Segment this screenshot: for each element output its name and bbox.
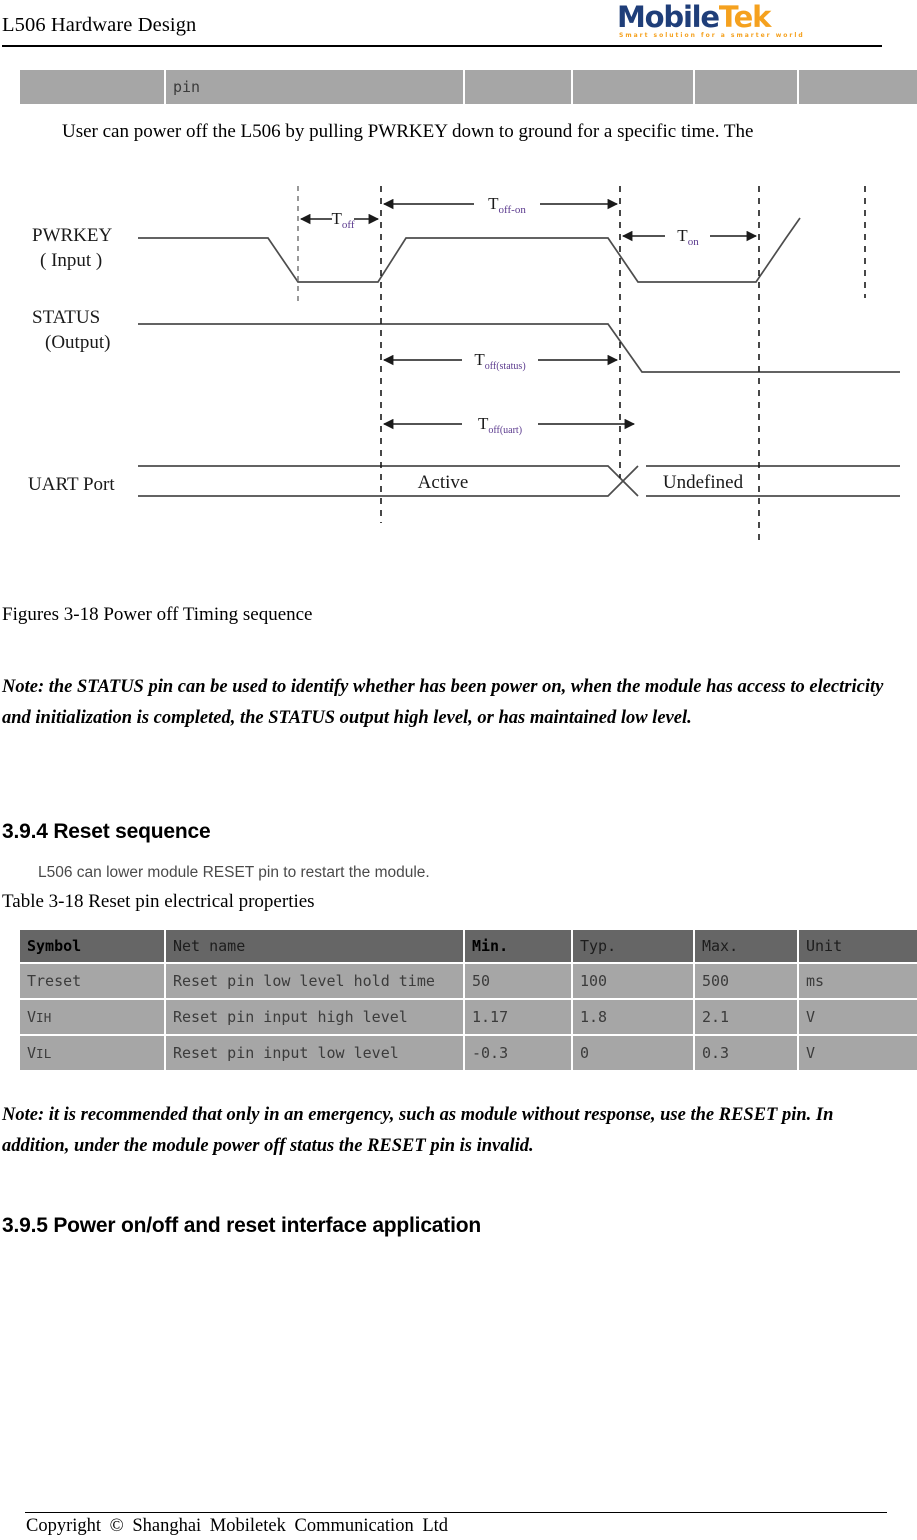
logo-word-primary: Mobile [617,0,720,34]
section-heading-reset-sequence: 3.9.4 Reset sequence [2,820,211,843]
cell-net-name: Reset pin input low level [166,1036,463,1070]
cell-net-name: Reset pin low level hold time [166,964,463,998]
symbol-subscript: IL [36,1046,52,1061]
document-page: L506 Hardware Design MobileTek Smart sol… [0,0,917,1540]
table-row: VIH Reset pin input high level 1.17 1.8 … [20,1000,917,1034]
symbol-subscript: IH [36,1010,52,1025]
cell-max: 0.3 [695,1036,797,1070]
reset-pin-properties-table: Symbol Net name Min. Typ. Max. Unit Tres… [18,928,917,1072]
col-header-min: Min. [465,930,571,962]
symbol-base: V [27,1044,37,1062]
signal-label-pwrkey: PWRKEY [32,225,113,246]
table-row: Treset Reset pin low level hold time 50 … [20,964,917,998]
cell-unit: V [799,1036,917,1070]
header-title: L506 Hardware Design [2,14,197,36]
cell-symbol: VIL [20,1036,164,1070]
cell-unit: ms [799,964,917,998]
cell-symbol: Treset [20,964,164,998]
signal-label-status-sub: (Output) [45,332,110,353]
cell-min: 1.17 [465,1000,571,1034]
timing-label-toff-status: Toff(status) [474,350,525,372]
timing-label-toff-on: Toff-on [488,194,526,216]
symbol-base: V [27,1008,37,1026]
cell-typ: 0 [573,1036,693,1070]
table-caption-reset: Table 3-18 Reset pin electrical properti… [2,891,315,912]
table-header-row: Symbol Net name Min. Typ. Max. Unit [20,930,917,962]
cell-max [695,70,797,104]
signal-label-uart: UART Port [28,474,115,495]
cell-typ: 1.8 [573,1000,693,1034]
col-header-typ: Typ. [573,930,693,962]
cell-max: 500 [695,964,797,998]
footer-divider [25,1512,887,1513]
section-heading-power-interface: 3.9.5 Power on/off and reset interface a… [2,1214,481,1237]
cell-min: -0.3 [465,1036,571,1070]
cell-unit: V [799,1000,917,1034]
header-divider [2,45,882,47]
signal-label-status: STATUS [32,307,100,328]
section-intro-reset: L506 can lower module RESET pin to resta… [38,864,430,881]
logo-tagline: Smart solution for a smarter world [619,32,805,39]
col-header-net-name: Net name [166,930,463,962]
state-label-undefined: Undefined [663,472,744,493]
table-row: pin [20,70,917,104]
timing-label-toff-uart: Toff(uart) [478,414,522,436]
cell-net-name: Reset pin input high level [166,1000,463,1034]
timing-label-ton: Ton [677,226,699,248]
cell-typ: 100 [573,964,693,998]
continued-table: pin [18,68,917,106]
cell-max: 2.1 [695,1000,797,1034]
col-header-max: Max. [695,930,797,962]
note-reset-pin: Note: it is recommended that only in an … [2,1105,834,1156]
timing-label-toff: Toff [331,209,354,231]
cell-min [465,70,571,104]
cell-net-name: pin [166,70,463,104]
col-header-unit: Unit [799,930,917,962]
symbol-base: Treset [27,972,82,990]
cell-unit [799,70,917,104]
cell-symbol: VIH [20,1000,164,1034]
cell-typ [573,70,693,104]
cell-min: 50 [465,964,571,998]
state-label-active: Active [418,472,469,493]
table-row: VIL Reset pin input low level -0.3 0 0.3… [20,1036,917,1070]
footer-copyright: Copyright © Shanghai Mobiletek Communica… [26,1516,449,1536]
logo-wordmark: MobileTek [617,0,772,34]
note-status-pin: Note: the STATUS pin can be used to iden… [2,677,884,728]
signal-label-pwrkey-sub: ( Input ) [40,250,102,271]
mobiletek-logo: MobileTek Smart solution for a smarter w… [617,2,829,42]
figure-caption: Figures 3-18 Power off Timing sequence [2,604,313,625]
col-header-symbol: Symbol [20,930,164,962]
power-off-timing-diagram: Toff Toff-on Ton Toff(status) Toff(uart)… [10,178,910,563]
logo-word-accent: Tek [718,0,772,34]
page-header: L506 Hardware Design MobileTek Smart sol… [0,0,917,48]
paragraph-power-off: User can power off the L506 by pulling P… [62,121,754,142]
cell-symbol [20,70,164,104]
